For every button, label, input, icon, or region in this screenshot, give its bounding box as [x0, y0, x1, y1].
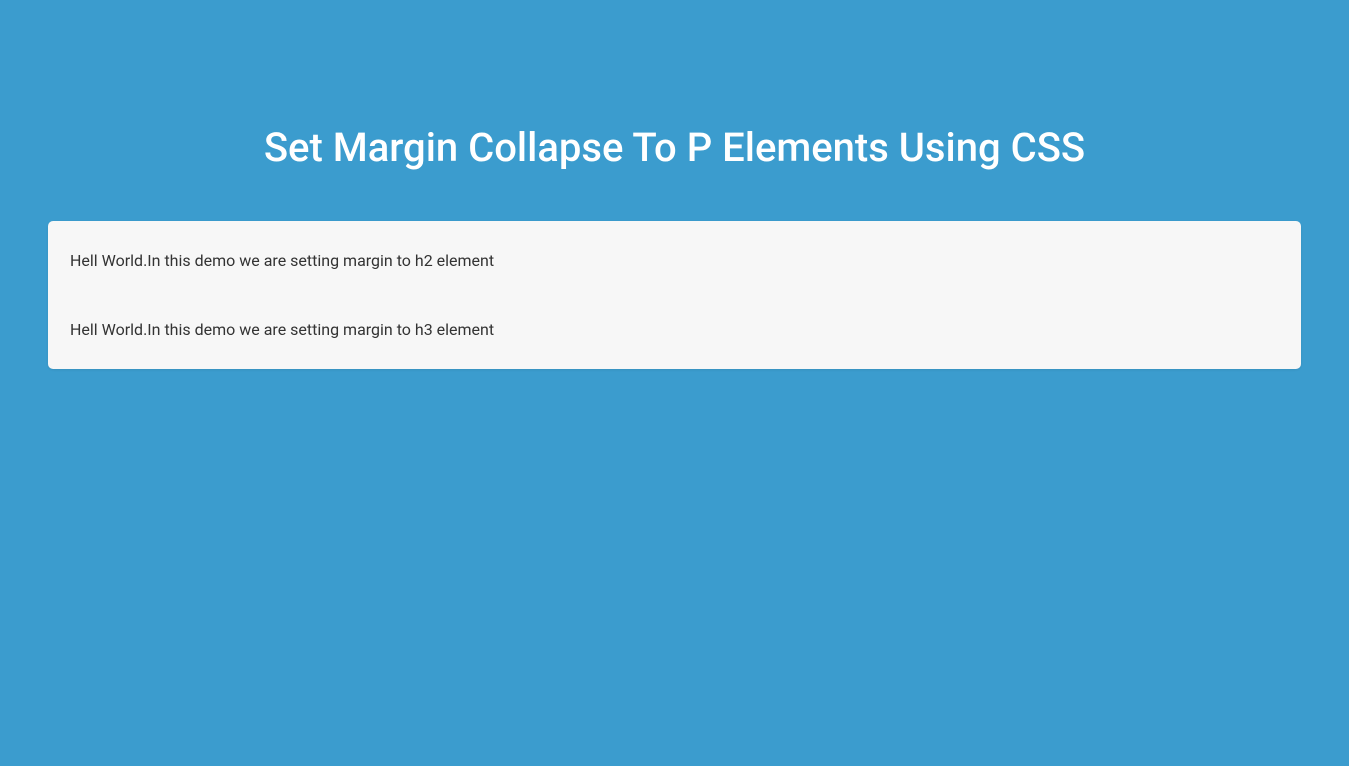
page-title: Set Margin Collapse To P Elements Using …: [0, 124, 1349, 171]
content-card: Hell World.In this demo we are setting m…: [48, 221, 1301, 369]
demo-text-h3: Hell World.In this demo we are setting m…: [70, 320, 1279, 349]
demo-text-h2: Hell World.In this demo we are setting m…: [70, 241, 1279, 270]
